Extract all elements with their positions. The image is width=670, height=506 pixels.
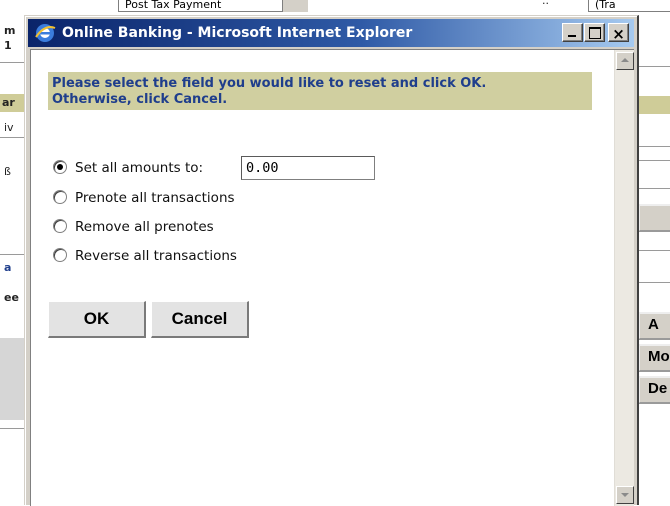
close-icon: × (612, 25, 625, 43)
background-right-field: (Tra (588, 0, 670, 12)
background-divider (638, 146, 670, 147)
cancel-button[interactable]: Cancel (151, 301, 249, 338)
background-dropdown-button (282, 0, 308, 12)
option-label: Prenote all transactions (75, 190, 235, 206)
background-glyph: iv (4, 121, 14, 134)
background-button: A (638, 312, 670, 340)
background-panel (0, 338, 24, 420)
background-button (638, 204, 670, 232)
radio-remove-prenotes[interactable] (53, 219, 67, 233)
instructions-banner: Please select the field you would like t… (48, 72, 592, 110)
window-content: Please select the field you would like t… (30, 49, 634, 506)
window-title: Online Banking - Microsoft Internet Expl… (62, 25, 413, 41)
scroll-up-arrow-icon[interactable] (616, 52, 634, 70)
background-divider (0, 428, 24, 429)
amount-input[interactable]: 0.00 (241, 156, 375, 180)
background-button: De (638, 376, 670, 404)
background-divider (638, 160, 670, 161)
background-glyph: 1 (4, 39, 12, 52)
maximize-button[interactable] (584, 23, 605, 42)
ok-button[interactable]: OK (48, 301, 146, 338)
minimize-button[interactable] (562, 23, 583, 42)
background-stripe (634, 96, 670, 114)
background-divider (0, 62, 24, 63)
background-button: Mo (638, 344, 670, 372)
background-divider (638, 250, 670, 251)
background-marker: ·· (542, 0, 549, 10)
background-divider (0, 254, 24, 255)
background-divider (0, 137, 24, 138)
option-label: Reverse all transactions (75, 248, 237, 264)
background-divider (638, 66, 670, 67)
instructions-line: Otherwise, click Cancel. (52, 92, 228, 107)
radio-reverse-all[interactable] (53, 248, 67, 262)
background-glyph: ee (4, 291, 19, 304)
radio-prenote-all[interactable] (53, 190, 67, 204)
option-label: Remove all prenotes (75, 219, 214, 235)
scroll-down-arrow-icon[interactable] (616, 486, 634, 504)
instructions-line: Please select the field you would like t… (52, 76, 487, 91)
background-divider (638, 188, 670, 189)
background-glyph: m (4, 24, 16, 37)
vertical-scrollbar[interactable] (614, 50, 634, 506)
background-glyph: ß (4, 165, 11, 178)
background-glyph: a (4, 261, 12, 274)
close-button[interactable]: × (608, 23, 629, 43)
background-glyph: ar (2, 96, 15, 109)
background-payment-field: Post Tax Payment (118, 0, 308, 12)
window-title-bar[interactable]: Online Banking - Microsoft Internet Expl… (28, 19, 634, 47)
option-label: Set all amounts to: (75, 160, 204, 176)
ie-icon (34, 22, 56, 44)
online-banking-window: Online Banking - Microsoft Internet Expl… (24, 15, 639, 506)
radio-set-all-amounts[interactable] (53, 160, 67, 174)
background-divider (638, 282, 670, 283)
